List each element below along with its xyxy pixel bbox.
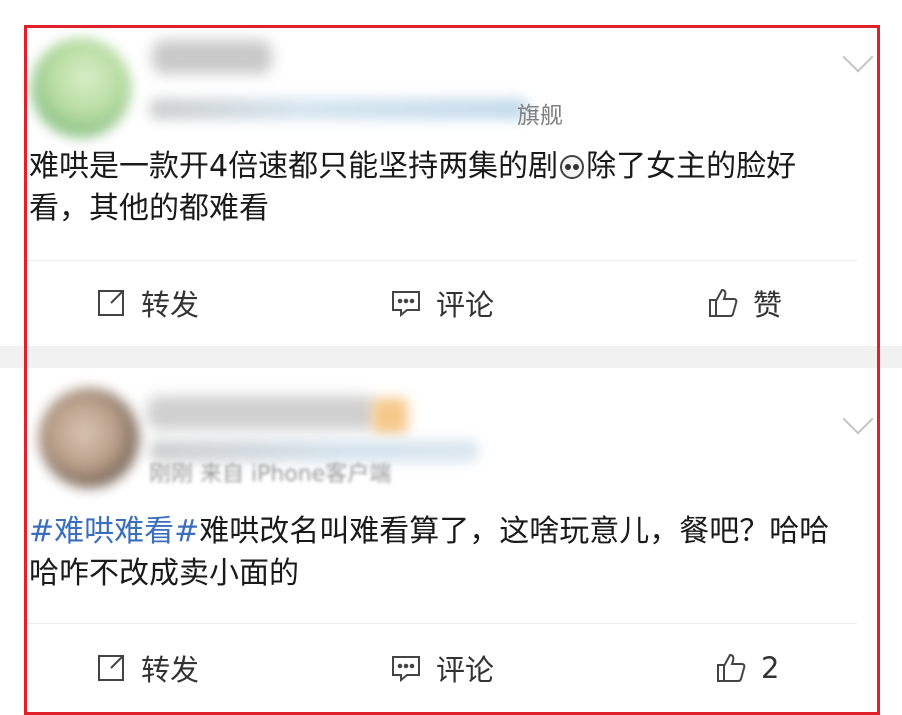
like-button[interactable]: 2 — [715, 638, 779, 698]
post-separator — [0, 346, 902, 368]
post-meta: 刚刚 来自 iPhone客户端 — [149, 462, 392, 487]
user-badge-blurred — [372, 398, 408, 434]
action-bar: 转发 评论 2 — [27, 638, 877, 698]
repost-icon — [98, 290, 124, 316]
comment-icon — [392, 291, 420, 318]
post-content: 难哄是一款开4倍速都只能坚持两集的剧 除了女主的脸好看，其他的都难看 — [29, 146, 847, 230]
feed-post: 刚刚 来自 iPhone客户端 #难哄难看#难哄改名叫难看算了，这啥玩意儿，餐吧… — [27, 368, 877, 699]
feed-post: 旗舰 难哄是一款开4倍速都只能坚持两集的剧 除了女主的脸好看，其他的都难看 转发 … — [27, 28, 877, 346]
repost-button[interactable]: 转发 — [95, 638, 199, 698]
repost-label: 转发 — [141, 653, 200, 687]
divider — [27, 260, 857, 261]
username-blurred[interactable] — [147, 396, 377, 430]
thumbs-up-icon — [709, 288, 738, 317]
action-bar: 转发 评论 赞 — [27, 273, 877, 333]
chevron-down-icon[interactable] — [842, 41, 874, 73]
meta-blurred — [149, 98, 529, 120]
repost-button[interactable]: 转发 — [95, 273, 199, 333]
comment-label: 评论 — [436, 288, 495, 322]
comment-button[interactable]: 评论 — [390, 638, 494, 698]
repost-icon — [98, 655, 124, 681]
like-label: 赞 — [753, 288, 783, 322]
post-text: 难哄是一款开4倍速都只能坚持两集的剧 — [29, 149, 559, 184]
comment-button[interactable]: 评论 — [390, 273, 494, 333]
divider — [27, 623, 857, 624]
chevron-down-icon[interactable] — [842, 403, 874, 435]
panda-emoji-icon — [560, 155, 585, 179]
like-count: 2 — [761, 651, 780, 685]
post-content: #难哄难看#难哄改名叫难看算了，这啥玩意儿，餐吧？哈哈哈咋不改成卖小面的 — [29, 511, 847, 595]
thumbs-up-icon — [717, 653, 746, 682]
username-blurred[interactable] — [152, 40, 272, 74]
avatar[interactable] — [39, 388, 139, 488]
comment-label: 评论 — [436, 653, 495, 687]
hashtag-link[interactable]: #难哄难看# — [29, 514, 199, 549]
repost-label: 转发 — [141, 288, 200, 322]
post-source-suffix: 旗舰 — [517, 103, 563, 129]
comment-icon — [392, 656, 420, 683]
like-button[interactable]: 赞 — [707, 273, 782, 333]
avatar[interactable] — [31, 38, 131, 138]
